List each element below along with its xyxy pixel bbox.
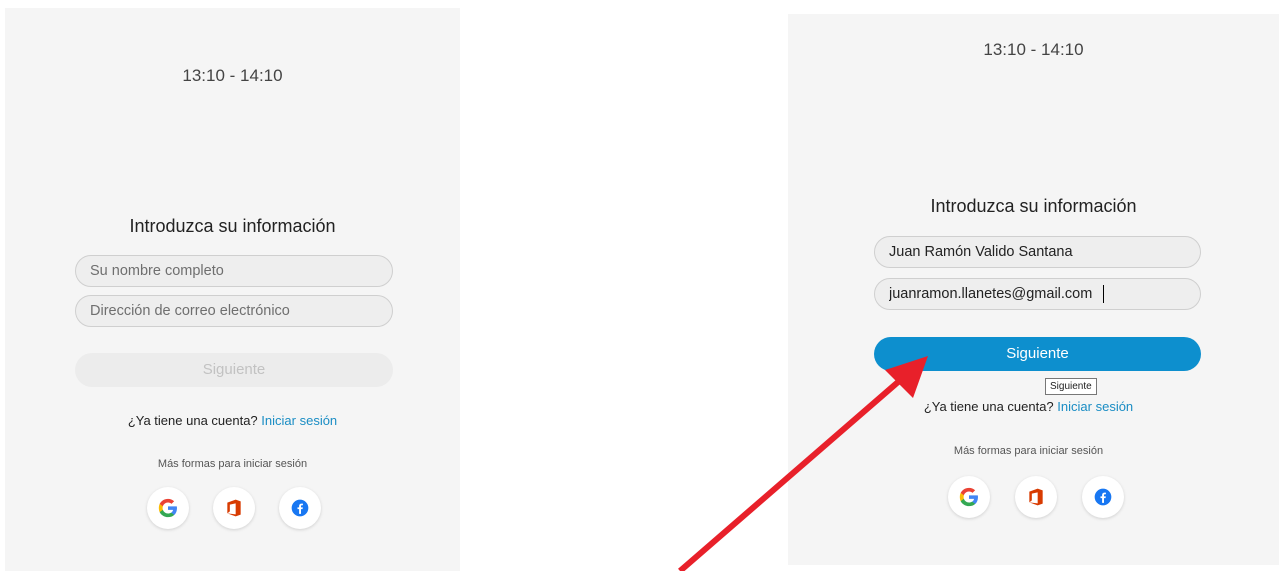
annotation-arrow (678, 356, 928, 571)
